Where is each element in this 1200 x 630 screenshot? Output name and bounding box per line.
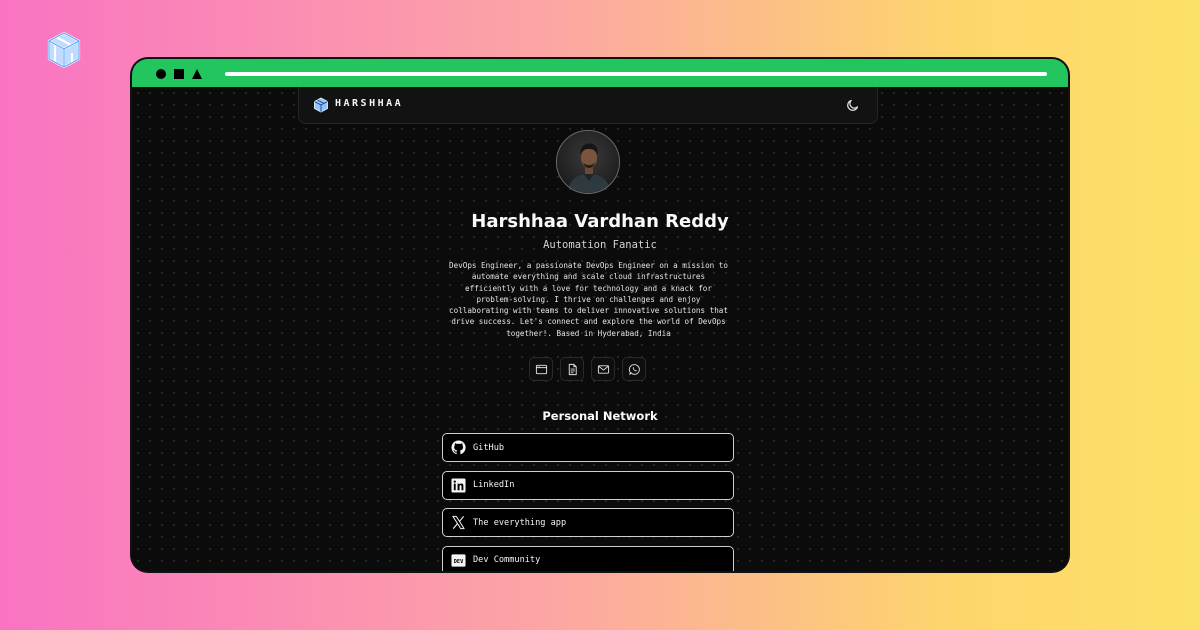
github-link[interactable]: GitHub	[442, 433, 734, 462]
brand-name[interactable]: HARSHHAA	[335, 98, 403, 109]
github-icon	[450, 440, 466, 455]
profile-name: Harshhaa Vardhan Reddy	[471, 211, 729, 232]
moon-icon[interactable]	[845, 97, 861, 113]
email-button[interactable]	[591, 357, 615, 381]
page-viewport: HARSHHAA Harshhaa Vardhan Reddy Automati…	[132, 87, 1068, 571]
whatsapp-icon	[628, 363, 640, 375]
brand-logo-icon[interactable]	[313, 97, 329, 113]
profile-photo-image	[557, 131, 619, 193]
avatar	[556, 130, 620, 194]
link-label: LinkedIn	[473, 480, 515, 490]
browser-window: HARSHHAA Harshhaa Vardhan Reddy Automati…	[132, 59, 1068, 571]
document-icon	[568, 363, 577, 375]
mail-icon	[597, 364, 609, 374]
browser-window-icon	[535, 364, 547, 374]
resume-button[interactable]	[560, 357, 584, 381]
link-label: Dev Community	[473, 555, 541, 565]
svg-text:DEV: DEV	[453, 558, 463, 564]
x-icon	[451, 515, 465, 530]
x-link[interactable]: The everything app	[442, 508, 734, 537]
dev-community-link[interactable]: DEV Dev Community	[442, 545, 734, 571]
network-links: GitHub LinkedIn The everything app DEV D…	[442, 433, 734, 571]
network-section-title: Personal Network	[542, 409, 658, 423]
top-navbar: HARSHHAA	[298, 87, 878, 124]
address-bar[interactable]	[225, 72, 1047, 76]
website-button[interactable]	[529, 357, 553, 381]
profile-tagline: Automation Fanatic	[543, 239, 657, 251]
site-logo-icon	[47, 31, 81, 69]
square-control-icon[interactable]	[174, 69, 184, 79]
profile-bio: DevOps Engineer, a passionate DevOps Eng…	[449, 261, 728, 338]
dev-icon: DEV	[450, 553, 466, 567]
circle-control-icon[interactable]	[156, 69, 166, 79]
window-titlebar	[132, 59, 1068, 87]
linkedin-icon	[450, 477, 466, 493]
whatsapp-button[interactable]	[622, 357, 646, 381]
link-label: GitHub	[473, 442, 505, 453]
linkedin-link[interactable]: LinkedIn	[442, 470, 734, 500]
link-label: The everything app	[473, 517, 567, 528]
triangle-control-icon[interactable]	[192, 69, 202, 79]
quick-actions	[529, 357, 646, 381]
